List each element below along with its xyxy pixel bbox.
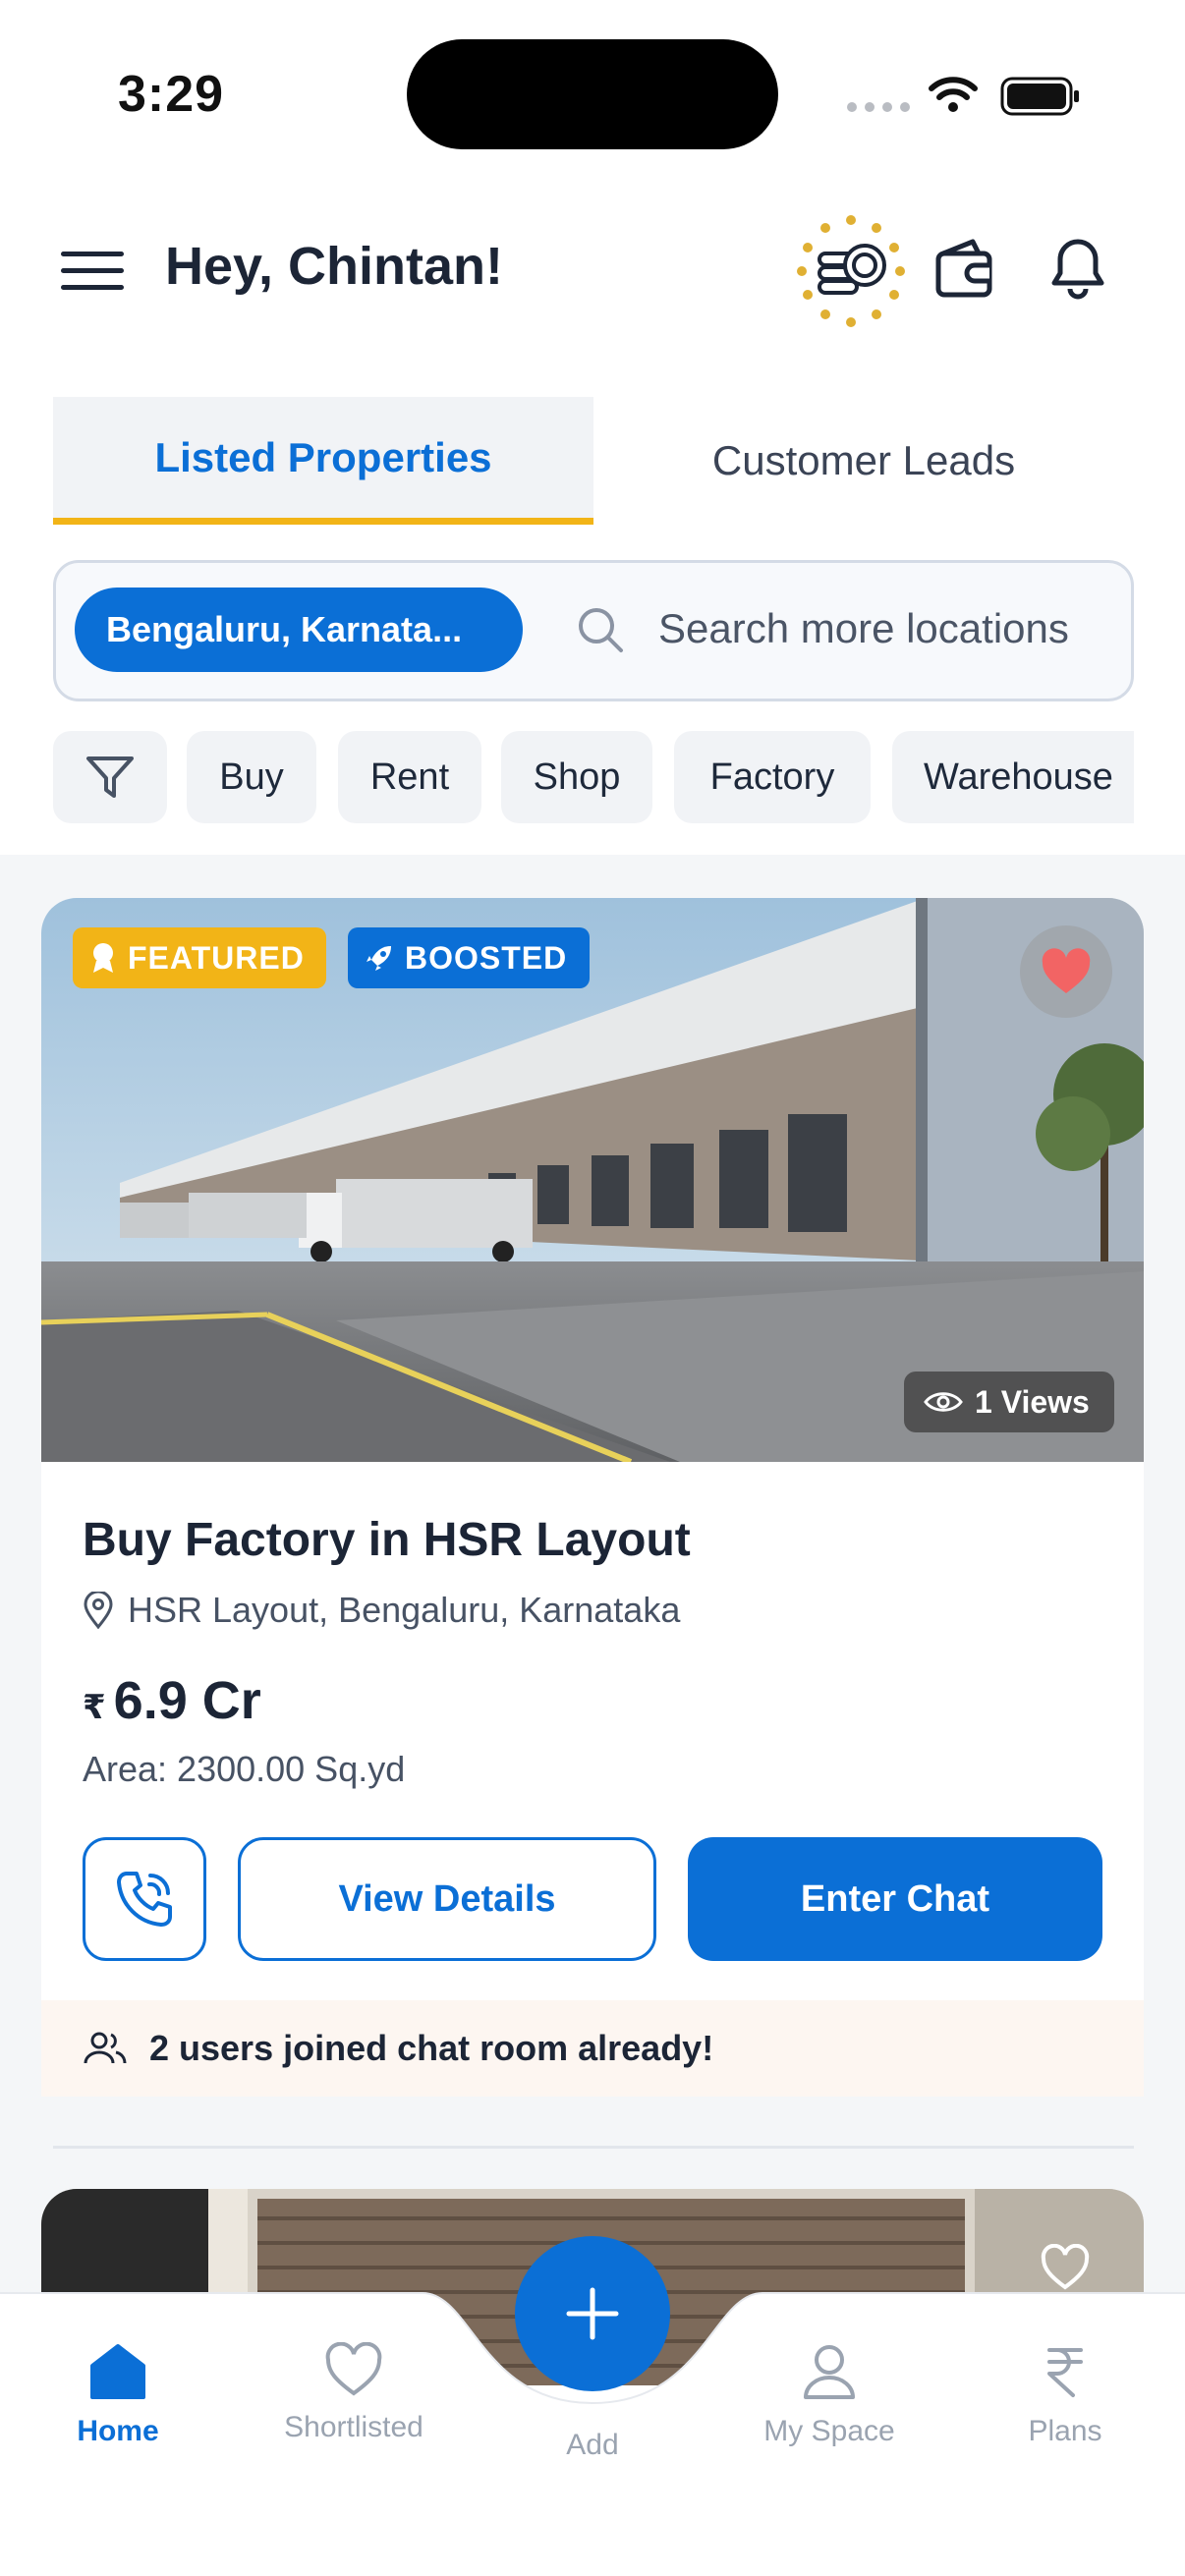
nav-plans[interactable]: Plans bbox=[957, 2342, 1173, 2448]
dynamic-island bbox=[407, 39, 778, 149]
selected-location-chip[interactable]: Bengaluru, Karnata... bbox=[75, 588, 523, 672]
cellular-signal-icon bbox=[847, 102, 910, 112]
property-location-text: HSR Layout, Bengaluru, Karnataka bbox=[128, 1590, 681, 1630]
filter-chip-buy[interactable]: Buy bbox=[187, 731, 316, 823]
filter-chip-factory[interactable]: Factory bbox=[674, 731, 871, 823]
enter-chat-button[interactable]: Enter Chat bbox=[688, 1837, 1102, 1961]
award-icon bbox=[93, 943, 113, 973]
heart-outline-icon[interactable] bbox=[1040, 2244, 1091, 2291]
eye-icon bbox=[924, 1392, 963, 1412]
nav-home-label: Home bbox=[77, 2415, 159, 2447]
featured-badge-label: FEATURED bbox=[128, 939, 305, 976]
nav-plans-label: Plans bbox=[1028, 2415, 1102, 2447]
home-icon bbox=[90, 2344, 145, 2399]
rupee-symbol: ₹ bbox=[83, 1689, 106, 1726]
plus-icon bbox=[566, 2287, 619, 2340]
views-count: 1 Views bbox=[904, 1372, 1114, 1432]
nav-add-label[interactable]: Add bbox=[515, 2429, 670, 2462]
wallet-icon[interactable] bbox=[933, 236, 998, 301]
heart-icon bbox=[325, 2342, 382, 2396]
price-amount: 6.9 Cr bbox=[113, 1671, 261, 1730]
call-button[interactable] bbox=[83, 1837, 206, 1961]
filter-button[interactable] bbox=[53, 731, 167, 823]
nav-shortlisted-label: Shortlisted bbox=[284, 2411, 423, 2443]
property-price: ₹ 6.9 Cr bbox=[83, 1670, 261, 1731]
boosted-badge-label: BOOSTED bbox=[405, 939, 568, 976]
chat-room-notice-text: 2 users joined chat room already! bbox=[149, 2028, 714, 2068]
phone-call-icon bbox=[117, 1872, 172, 1927]
add-button[interactable] bbox=[515, 2236, 670, 2391]
featured-badge: FEATURED bbox=[73, 927, 326, 988]
nav-my-space[interactable]: My Space bbox=[721, 2342, 937, 2448]
notification-bell-icon[interactable] bbox=[1045, 236, 1110, 301]
views-label: 1 Views bbox=[975, 1383, 1090, 1420]
nav-shortlisted[interactable]: Shortlisted bbox=[246, 2342, 462, 2444]
coins-icon[interactable] bbox=[794, 214, 908, 328]
favorite-button[interactable] bbox=[1020, 925, 1112, 1018]
filter-chip-warehouse[interactable]: Warehouse bbox=[892, 731, 1134, 823]
tab-customer-leads[interactable]: Customer Leads bbox=[593, 397, 1134, 525]
users-icon bbox=[84, 2032, 127, 2064]
status-time: 3:29 bbox=[118, 66, 225, 123]
filter-chip-shop[interactable]: Shop bbox=[501, 731, 652, 823]
chat-room-notice: 2 users joined chat room already! bbox=[41, 2000, 1144, 2097]
rocket-icon bbox=[367, 946, 391, 971]
location-pin-icon bbox=[84, 1592, 113, 1629]
filter-funnel-icon bbox=[86, 756, 134, 798]
card-divider bbox=[53, 2146, 1134, 2149]
nav-my-space-label: My Space bbox=[763, 2415, 895, 2447]
menu-icon[interactable] bbox=[61, 250, 124, 293]
nav-home[interactable]: Home bbox=[10, 2342, 226, 2448]
property-location: HSR Layout, Bengaluru, Karnataka bbox=[83, 1590, 680, 1631]
heart-filled-icon bbox=[1042, 948, 1091, 993]
boosted-badge: BOOSTED bbox=[348, 927, 590, 988]
user-icon bbox=[804, 2345, 855, 2399]
rupee-icon bbox=[1047, 2348, 1083, 2397]
search-input[interactable]: Search more locations bbox=[658, 605, 1069, 652]
filter-chip-rent[interactable]: Rent bbox=[338, 731, 481, 823]
property-area: Area: 2300.00 Sq.yd bbox=[83, 1749, 406, 1789]
wifi-icon bbox=[929, 77, 978, 112]
search-icon bbox=[579, 608, 623, 652]
battery-icon bbox=[1000, 77, 1079, 116]
greeting-title: Hey, Chintan! bbox=[165, 237, 504, 296]
tab-listed-properties[interactable]: Listed Properties bbox=[53, 397, 593, 525]
property-title[interactable]: Buy Factory in HSR Layout bbox=[83, 1513, 691, 1567]
view-details-button[interactable]: View Details bbox=[238, 1837, 656, 1961]
